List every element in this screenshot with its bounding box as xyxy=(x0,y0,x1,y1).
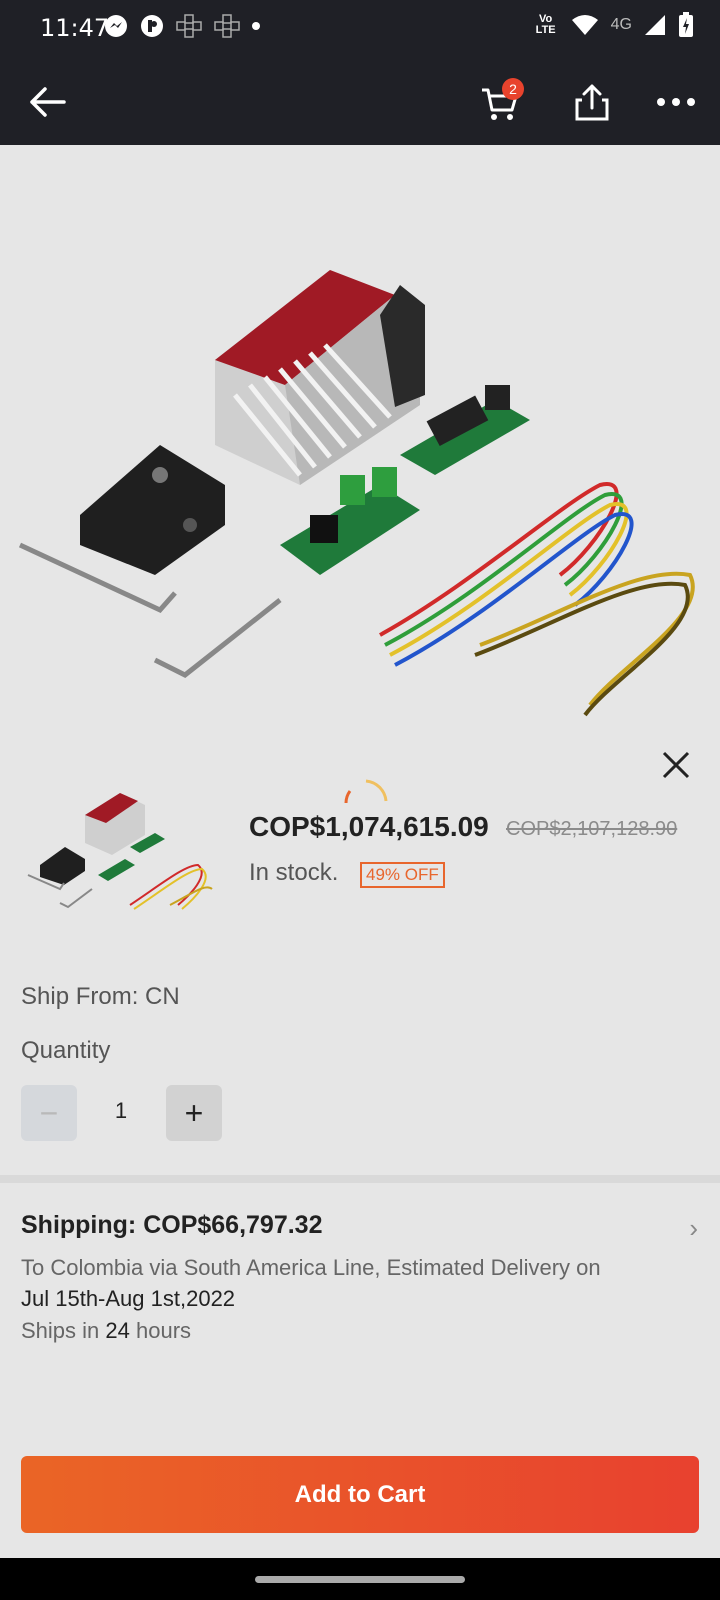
system-icons: Vo LTE 4G xyxy=(533,12,694,38)
current-price: COP$1,074,615.09 xyxy=(249,811,489,842)
cables-image xyxy=(379,482,695,717)
battery-icon xyxy=(679,12,693,37)
ship-from-label: Ship From: CN xyxy=(21,983,180,1010)
plus-icon: + xyxy=(184,1094,204,1131)
network-type: 4G xyxy=(610,16,632,33)
signal-icon xyxy=(645,15,665,35)
status-bar: 11:47 Vo LTE 4G xyxy=(0,0,720,56)
dot-icon xyxy=(252,22,260,30)
app-bar: 2 xyxy=(0,56,720,145)
section-divider xyxy=(0,1175,720,1183)
close-button[interactable] xyxy=(656,745,696,785)
product-thumbnail xyxy=(20,785,220,935)
app-icon xyxy=(141,15,163,37)
home-indicator[interactable] xyxy=(255,1576,465,1583)
decrease-quantity-button[interactable]: − xyxy=(21,1085,77,1141)
chevron-right-icon[interactable]: › xyxy=(689,1213,698,1244)
ships-in-text: Ships in 24 hours xyxy=(21,1318,191,1344)
more-options-button[interactable] xyxy=(648,74,704,130)
back-button[interactable] xyxy=(20,74,76,130)
cart-button[interactable]: 2 xyxy=(472,74,528,130)
messenger-icon xyxy=(105,15,127,37)
laser-module-image xyxy=(215,270,425,485)
share-icon xyxy=(575,84,609,121)
minus-icon: − xyxy=(39,1094,59,1131)
ships-in-hours: 24 xyxy=(105,1318,130,1343)
sku-selector-sheet: COP$1,074,615.09 COP$2,107,128.90 In sto… xyxy=(0,725,720,1558)
mount-bracket-image xyxy=(80,445,225,575)
cart-count-badge: 2 xyxy=(502,78,524,100)
close-icon xyxy=(662,751,690,779)
ships-in-prefix: Ships in xyxy=(21,1318,106,1343)
product-image[interactable] xyxy=(0,145,720,725)
game-icon xyxy=(176,14,202,38)
system-nav-bar xyxy=(0,1558,720,1600)
ships-in-suffix: hours xyxy=(129,1318,192,1343)
stock-status: In stock. xyxy=(249,859,339,886)
shipping-title[interactable]: Shipping: COP$66,797.32 xyxy=(21,1211,323,1240)
game-icon xyxy=(214,14,240,38)
delivery-estimate: Jul 15th-Aug 1st,2022 xyxy=(21,1286,236,1311)
shipping-route: To Colombia via South America Line, Esti… xyxy=(21,1255,601,1280)
quantity-label: Quantity xyxy=(21,1037,111,1064)
more-icon xyxy=(657,98,695,106)
notification-icons xyxy=(104,14,260,38)
discount-badge: 49% OFF xyxy=(360,862,445,888)
add-to-cart-button[interactable]: Add to Cart xyxy=(21,1456,699,1533)
increase-quantity-button[interactable]: + xyxy=(166,1085,222,1141)
laser-module-kit-image xyxy=(18,270,695,717)
share-button[interactable] xyxy=(564,74,620,130)
status-time: 11:47 xyxy=(40,14,110,42)
volte-icon: Vo LTE xyxy=(535,13,556,36)
arrow-left-icon xyxy=(30,87,66,117)
wifi-icon xyxy=(571,15,598,35)
original-price: COP$2,107,128.90 xyxy=(506,818,678,840)
quantity-value[interactable]: 1 xyxy=(100,1098,142,1124)
